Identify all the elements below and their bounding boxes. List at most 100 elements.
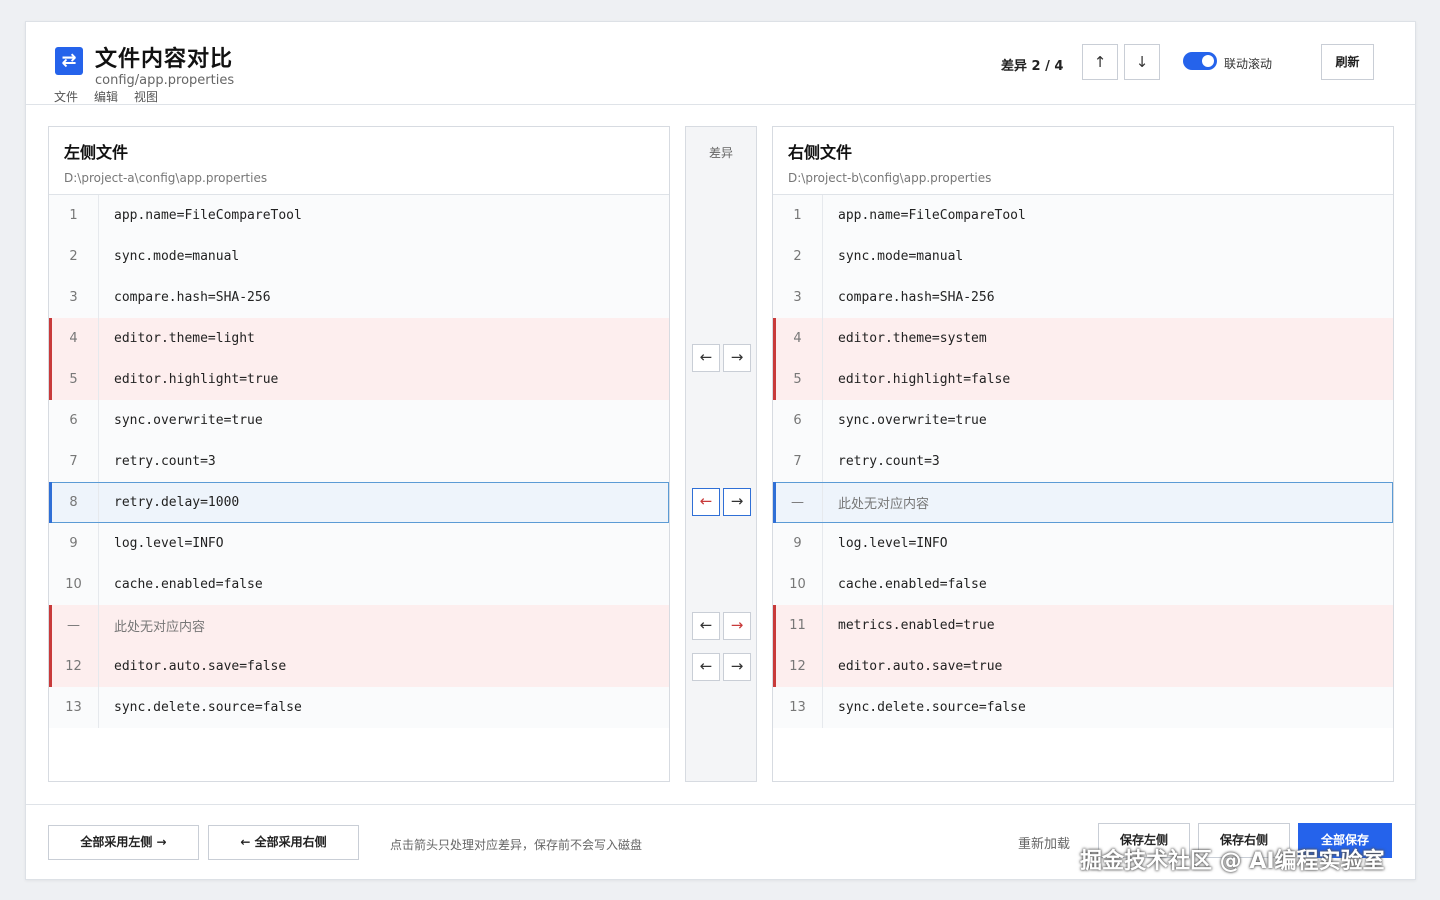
line-content: editor.auto.save=true — [838, 659, 1003, 674]
line-number: 7 — [773, 441, 823, 482]
line-number: 9 — [773, 523, 823, 564]
line-content: app.name=FileCompareTool — [838, 208, 1026, 223]
line-content: editor.auto.save=false — [114, 659, 287, 674]
line-content: retry.count=3 — [838, 454, 940, 469]
empty-line-placeholder: 此处无对应内容 — [838, 497, 930, 512]
watermark: 掘金技术社区 @ AI编程实验室 — [1080, 849, 1385, 874]
apply-left-to-right-button[interactable]: → — [723, 488, 751, 516]
diff-actions-column: 差异 ← → ← → ← → ← → — [685, 126, 757, 782]
code-line[interactable]: 3 compare.hash=SHA-256 — [49, 277, 669, 318]
code-line[interactable]: — 此处无对应内容 — [773, 482, 1393, 523]
code-line[interactable]: 9 log.level=INFO — [49, 523, 669, 564]
code-line[interactable]: 1 app.name=FileCompareTool — [49, 195, 669, 236]
apply-left-to-right-button[interactable]: → — [723, 612, 751, 640]
compare-icon: ⇄ — [55, 47, 83, 75]
code-line[interactable]: 12 editor.auto.save=false — [49, 646, 669, 687]
apply-right-to-left-button[interactable]: ← — [692, 488, 720, 516]
apply-left-to-right-button[interactable]: → — [723, 344, 751, 372]
code-line[interactable]: 6 sync.overwrite=true — [49, 400, 669, 441]
line-content: app.name=FileCompareTool — [114, 208, 302, 223]
apply-right-to-left-button[interactable]: ← — [692, 612, 720, 640]
right-panel-title: 右侧文件 — [788, 143, 853, 162]
line-content: sync.overwrite=true — [838, 413, 987, 428]
code-line[interactable]: 12 editor.auto.save=true — [773, 646, 1393, 687]
next-diff-button[interactable]: ↓ — [1124, 44, 1160, 80]
line-content: compare.hash=SHA-256 — [838, 290, 995, 305]
line-number: 2 — [773, 236, 823, 277]
code-line[interactable]: 13 sync.delete.source=false — [773, 687, 1393, 728]
code-line[interactable]: 6 sync.overwrite=true — [773, 400, 1393, 441]
code-line[interactable]: 2 sync.mode=manual — [773, 236, 1393, 277]
code-line[interactable]: 5 editor.highlight=false — [773, 359, 1393, 400]
menu-item-edit[interactable]: 编辑 — [94, 88, 118, 105]
code-line[interactable]: 4 editor.theme=light — [49, 318, 669, 359]
code-line[interactable]: 7 retry.count=3 — [49, 441, 669, 482]
line-content: editor.highlight=false — [838, 372, 1011, 387]
line-content: cache.enabled=false — [114, 577, 263, 592]
right-file-path: D:\project-b\config\app.properties — [788, 171, 992, 185]
diff-counter: 差异 2 / 4 — [1001, 59, 1064, 74]
line-content: sync.overwrite=true — [114, 413, 263, 428]
line-number: 3 — [49, 277, 99, 318]
menu-bar: 文件 编辑 视图 — [54, 88, 158, 105]
code-line[interactable]: 3 compare.hash=SHA-256 — [773, 277, 1393, 318]
empty-line-placeholder: 此处无对应内容 — [114, 620, 206, 635]
code-line[interactable]: 11 metrics.enabled=true — [773, 605, 1393, 646]
apply-right-to-left-button[interactable]: ← — [692, 653, 720, 681]
line-number: 13 — [49, 687, 99, 728]
right-code-lines: 1 app.name=FileCompareTool 2 sync.mode=manu… — [773, 195, 1393, 728]
code-line[interactable]: 9 log.level=INFO — [773, 523, 1393, 564]
line-number: 9 — [49, 523, 99, 564]
line-number: — — [49, 605, 99, 646]
sync-scroll-label: 联动滚动 — [1224, 57, 1273, 71]
code-line[interactable]: 10 cache.enabled=false — [49, 564, 669, 605]
line-number: 3 — [773, 277, 823, 318]
code-line[interactable]: 5 editor.highlight=true — [49, 359, 669, 400]
line-content: metrics.enabled=true — [838, 618, 995, 633]
code-line[interactable]: 10 cache.enabled=false — [773, 564, 1393, 605]
code-line[interactable]: — 此处无对应内容 — [49, 605, 669, 646]
line-number: 2 — [49, 236, 99, 277]
line-content: editor.theme=light — [114, 331, 255, 346]
line-number: 11 — [773, 605, 823, 646]
line-number: 5 — [49, 359, 99, 400]
line-number: 5 — [773, 359, 823, 400]
line-number: 4 — [773, 318, 823, 359]
accept-all-right-button[interactable]: ← 全部采用右侧 — [208, 825, 359, 860]
line-content: sync.mode=manual — [838, 249, 964, 264]
refresh-button[interactable]: 刷新 — [1321, 44, 1374, 80]
line-content: compare.hash=SHA-256 — [114, 290, 271, 305]
prev-diff-button[interactable]: ↑ — [1082, 44, 1118, 80]
right-file-panel: 右侧文件 D:\project-b\config\app.properties … — [772, 126, 1394, 782]
left-code-lines: 1 app.name=FileCompareTool 2 sync.mode=manu… — [49, 195, 669, 728]
line-number: 12 — [773, 646, 823, 687]
menu-item-view[interactable]: 视图 — [134, 88, 158, 105]
code-line[interactable]: 13 sync.delete.source=false — [49, 687, 669, 728]
line-content: retry.count=3 — [114, 454, 216, 469]
line-content: editor.highlight=true — [114, 372, 279, 387]
line-content: retry.delay=1000 — [114, 495, 240, 510]
menu-item-file[interactable]: 文件 — [54, 88, 78, 105]
apply-right-to-left-button[interactable]: ← — [692, 344, 720, 372]
left-file-path: D:\project-a\config\app.properties — [64, 171, 268, 185]
code-line[interactable]: 7 retry.count=3 — [773, 441, 1393, 482]
footer-hint: 点击箭头只处理对应差异，保存前不会写入磁盘 — [390, 838, 643, 852]
line-number: 13 — [773, 687, 823, 728]
line-content: sync.mode=manual — [114, 249, 240, 264]
reload-button[interactable]: 重新加载 — [1018, 833, 1070, 852]
header: ⇄ 文件内容对比 config/app.properties 文件 编辑 视图 … — [26, 22, 1415, 105]
accept-all-left-button[interactable]: 全部采用左侧 → — [48, 825, 199, 860]
line-number: 10 — [49, 564, 99, 605]
code-line[interactable]: 8 retry.delay=1000 — [49, 482, 669, 523]
code-line[interactable]: 2 sync.mode=manual — [49, 236, 669, 277]
left-panel-title: 左侧文件 — [64, 143, 129, 162]
sync-scroll-toggle[interactable] — [1183, 52, 1217, 70]
line-number: 6 — [773, 400, 823, 441]
apply-left-to-right-button[interactable]: → — [723, 653, 751, 681]
left-panel-header: 左侧文件 D:\project-a\config\app.properties — [49, 127, 669, 195]
code-line[interactable]: 1 app.name=FileCompareTool — [773, 195, 1393, 236]
code-line[interactable]: 4 editor.theme=system — [773, 318, 1393, 359]
line-number: 6 — [49, 400, 99, 441]
line-content: editor.theme=system — [838, 331, 987, 346]
line-content: log.level=INFO — [838, 536, 948, 551]
